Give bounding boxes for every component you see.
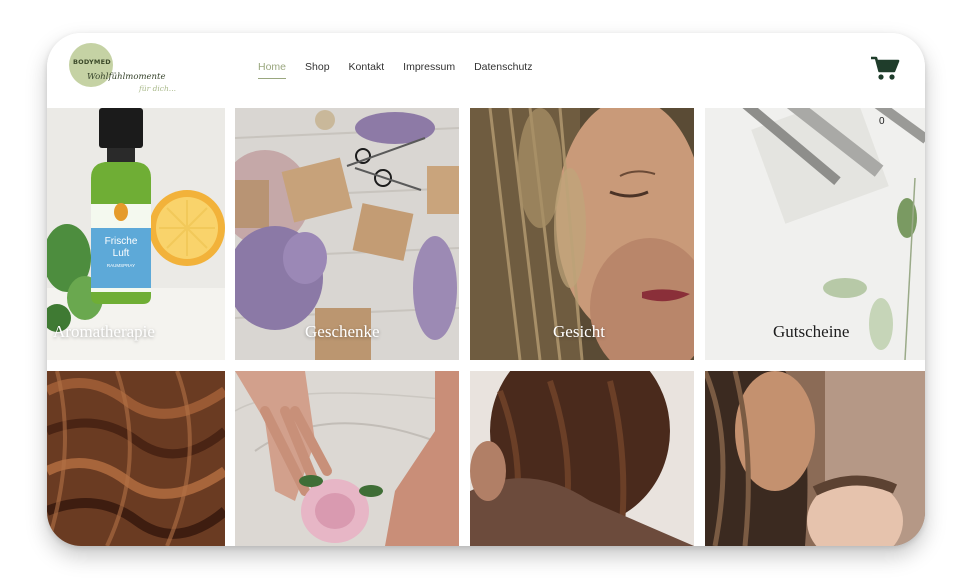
nav-impressum[interactable]: Impressum [403,61,455,79]
product-name-line2: Luft [113,248,130,259]
category-label: Geschenke [305,322,380,341]
cart-count: 0 [879,116,885,127]
category-tile-hair[interactable] [47,371,225,546]
hands-rose-photo [235,371,459,546]
nav-shop[interactable]: Shop [305,61,330,79]
site-header: BODYMED Wohlfühlmomente für dich... Home… [47,33,925,108]
product-subtitle: RAUMSPRAY [107,263,135,268]
category-tile-gutscheine[interactable]: Gutscheine [705,108,925,360]
logo-mark: BODYMED [73,58,111,66]
nav-kontakt[interactable]: Kontakt [349,61,385,79]
brand-logo[interactable]: BODYMED Wohlfühlmomente für dich... [67,41,179,97]
nav-datenschutz[interactable]: Datenschutz [474,61,532,79]
category-label: Gutscheine [773,322,850,341]
shopping-cart-icon[interactable] [870,55,900,81]
logo-tagline-sub: für dich... [139,84,176,93]
category-tile-care[interactable] [470,371,694,546]
category-tile-body[interactable] [235,371,459,546]
logo-tagline: Wohlfühlmomente [87,72,166,82]
category-label: Gesicht [553,322,605,341]
nav-home[interactable]: Home [258,61,287,79]
category-tile-gesicht[interactable]: Gesicht [470,108,694,360]
hair-photo [47,371,225,546]
main-nav: Home Shop Kontakt Impressum Datenschutz [258,61,551,79]
product-name-line1: Frische [105,236,138,247]
site-frame: BODYMED Wohlfühlmomente für dich... Home… [47,33,925,546]
category-tile-geschenke[interactable]: Geschenke [235,108,459,360]
category-tile-mother-baby[interactable] [705,371,925,546]
category-label: Aromatherapie [53,322,155,341]
mother-baby-photo [705,371,925,546]
woman-back-photo [470,371,694,546]
category-tile-aromatherapie[interactable]: Frische Luft RAUMSPRAY Aromatherapie [47,108,225,360]
